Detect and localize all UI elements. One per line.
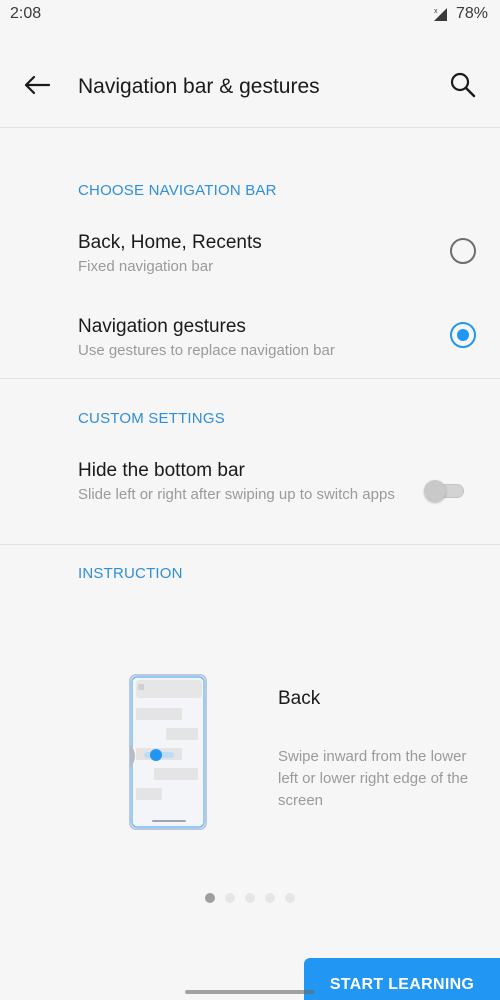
battery-level: 78%	[455, 5, 488, 22]
setting-hide-bottom-bar[interactable]: Hide the bottom bar Slide left or right …	[0, 446, 500, 544]
radio-navigation-gestures[interactable]	[450, 322, 476, 348]
status-bar: 2:08 x 78%	[0, 0, 500, 32]
status-time: 2:08	[10, 5, 42, 22]
search-icon	[449, 71, 477, 104]
option-back-home-recents[interactable]: Back, Home, Recents Fixed navigation bar	[0, 214, 500, 296]
hide-bottom-bar-toggle[interactable]	[424, 480, 466, 502]
back-gesture-illustration	[126, 674, 208, 832]
pager-dot[interactable]	[285, 893, 295, 903]
instruction-pager	[205, 893, 295, 903]
option-summary: Use gestures to replace navigation bar	[78, 342, 335, 359]
section-header-instruction: INSTRUCTION	[78, 565, 183, 582]
option-navigation-gestures[interactable]: Navigation gestures Use gestures to repl…	[0, 298, 500, 378]
pager-dot[interactable]	[245, 893, 255, 903]
pager-dot[interactable]	[265, 893, 275, 903]
pager-dot[interactable]	[225, 893, 235, 903]
setting-title: Hide the bottom bar	[78, 460, 245, 481]
svg-text:x: x	[434, 8, 438, 15]
instruction-title: Back	[278, 688, 321, 709]
settings-screen: 2:08 x 78% Navigation bar & gestures CHO…	[0, 0, 500, 1000]
section-header-choose-nav: CHOOSE NAVIGATION BAR	[78, 182, 277, 199]
section-header-custom-settings: CUSTOM SETTINGS	[78, 410, 225, 427]
start-learning-button[interactable]: START LEARNING	[304, 958, 500, 1000]
radio-back-home-recents[interactable]	[450, 238, 476, 264]
pager-dot[interactable]	[205, 893, 215, 903]
page-title: Navigation bar & gestures	[78, 75, 320, 98]
search-button[interactable]	[444, 68, 482, 106]
instruction-description: Swipe inward from the lower left or lowe…	[278, 748, 469, 809]
top-app-bar: Navigation bar & gestures	[0, 32, 500, 128]
back-button[interactable]	[18, 68, 56, 106]
option-title: Back, Home, Recents	[78, 232, 262, 253]
toggle-thumb	[424, 480, 446, 502]
status-icons: x 78%	[432, 5, 488, 23]
arrow-left-icon	[23, 75, 51, 100]
gesture-handle	[185, 990, 315, 994]
no-sim-signal-icon: x	[432, 6, 448, 22]
option-summary: Fixed navigation bar	[78, 258, 214, 275]
option-title: Navigation gestures	[78, 316, 246, 337]
setting-summary: Slide left or right after swiping up to …	[78, 486, 395, 503]
divider	[0, 378, 500, 379]
divider	[0, 544, 500, 545]
